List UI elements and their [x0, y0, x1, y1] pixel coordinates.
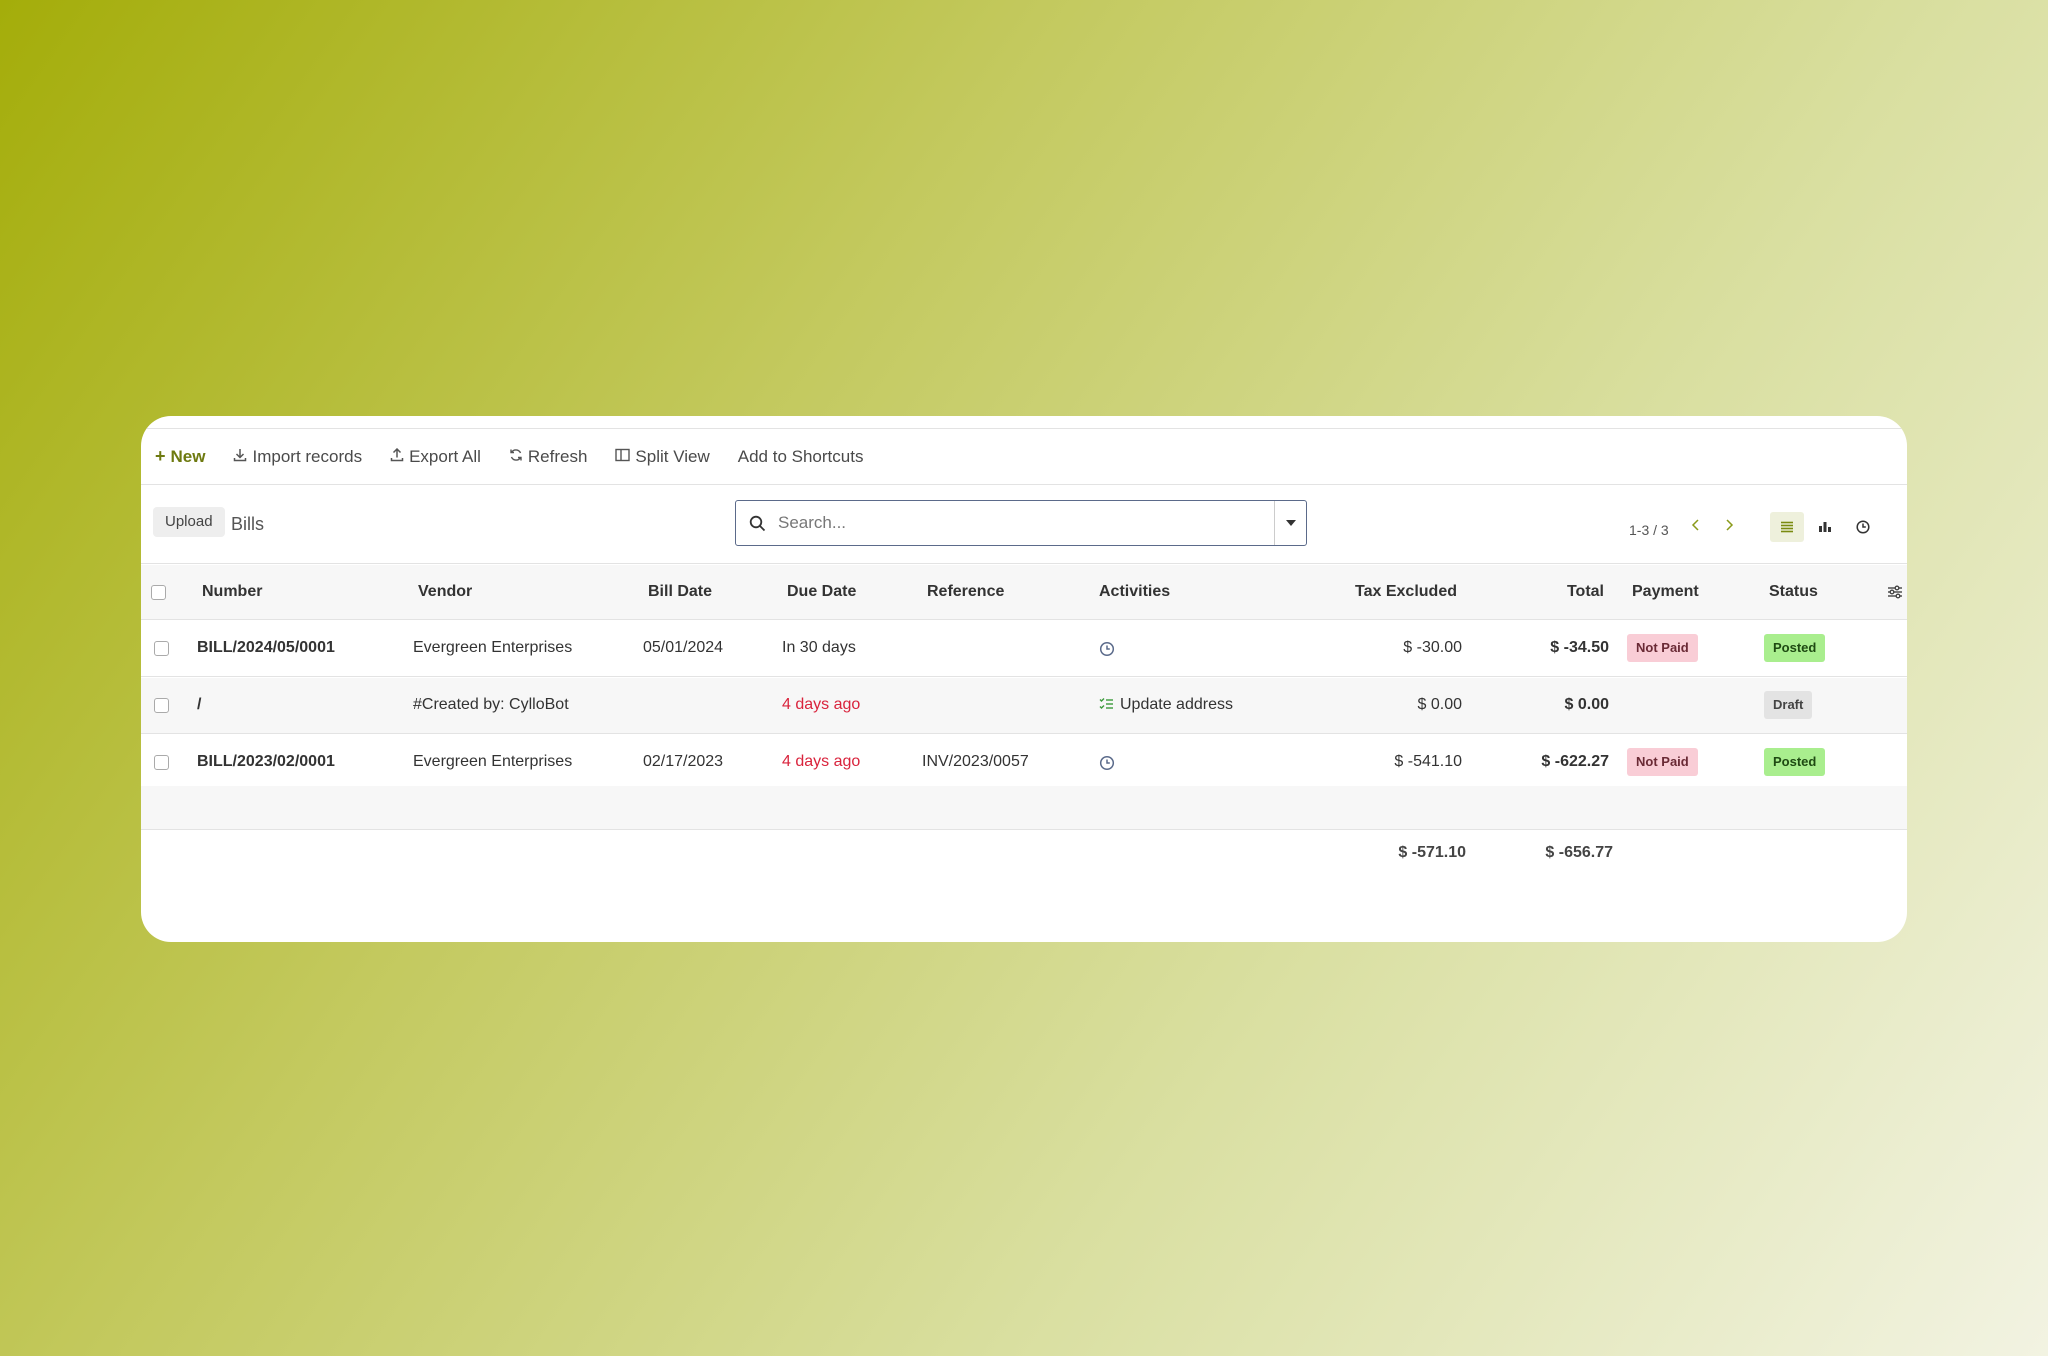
export-all-button[interactable]: Export All [390, 447, 481, 467]
new-label: New [170, 446, 206, 466]
pager-previous-button[interactable] [1691, 516, 1701, 537]
bill-number: / [197, 696, 202, 713]
column-reference[interactable]: Reference [927, 583, 1004, 601]
import-label: Import records [252, 446, 363, 466]
tax-excluded-amount: $ 0.00 [1417, 696, 1462, 713]
activity-clock-button[interactable] [1099, 755, 1115, 776]
vendor-name: Evergreen Enterprises [413, 639, 573, 656]
tax-excluded-amount: $ -30.00 [1403, 639, 1462, 656]
split-view-icon [615, 448, 631, 466]
search-options-toggle[interactable] [1274, 501, 1306, 545]
refresh-button[interactable]: Refresh [509, 446, 588, 467]
payment-status-badge: Not Paid [1627, 748, 1698, 776]
list-view-button[interactable] [1770, 512, 1804, 542]
list-icon [1781, 521, 1793, 533]
activity-item[interactable]: Update address [1099, 696, 1233, 714]
pager-next-button[interactable] [1724, 516, 1734, 537]
upload-icon [390, 447, 404, 466]
table-row[interactable]: BILL/2023/02/0001 Evergreen Enterprises … [141, 735, 1907, 791]
split-view-button[interactable]: Split View [615, 446, 710, 467]
empty-row [141, 786, 1907, 830]
search-bar [735, 500, 1307, 546]
reference: INV/2023/0057 [922, 753, 1029, 770]
chevron-left-icon [1691, 519, 1699, 531]
search-icon [736, 515, 778, 532]
table-header: Number Vendor Bill Date Due Date Referen… [141, 565, 1907, 620]
activity-clock-button[interactable] [1099, 641, 1115, 662]
row-checkbox[interactable] [154, 641, 169, 656]
column-vendor[interactable]: Vendor [418, 583, 472, 601]
column-status[interactable]: Status [1769, 583, 1818, 601]
search-input[interactable] [778, 513, 1274, 533]
total-amount: $ -622.27 [1541, 753, 1609, 770]
total-amount: $ 0.00 [1564, 696, 1609, 713]
vendor-name: #Created by: CylloBot [413, 696, 569, 713]
add-to-shortcuts-button[interactable]: Add to Shortcuts [738, 447, 864, 467]
clock-icon [1099, 641, 1115, 657]
row-checkbox[interactable] [154, 755, 169, 770]
due-date: 4 days ago [782, 753, 861, 770]
sliders-icon [1888, 585, 1902, 599]
plus-icon: + [155, 446, 166, 466]
column-settings-button[interactable] [1887, 585, 1903, 604]
bar-chart-icon [1819, 522, 1831, 532]
total-amount: $ -34.50 [1550, 639, 1609, 656]
add-to-shortcuts-label: Add to Shortcuts [737, 446, 864, 466]
status-badge: Draft [1764, 691, 1813, 719]
table-row[interactable]: / #Created by: CylloBot 4 days ago Updat… [141, 678, 1907, 734]
graph-view-button[interactable] [1808, 512, 1842, 542]
table-row[interactable]: BILL/2024/05/0001 Evergreen Enterprises … [141, 621, 1907, 677]
total-sum: $ -656.77 [1545, 844, 1613, 861]
upload-button[interactable]: Upload [153, 507, 225, 537]
totals-row: $ -571.10 $ -656.77 [141, 831, 1907, 881]
bill-date: 02/17/2023 [643, 753, 724, 770]
column-payment[interactable]: Payment [1632, 583, 1699, 601]
refresh-icon [509, 448, 523, 466]
due-date: In 30 days [782, 639, 856, 656]
bill-date: 05/01/2024 [643, 639, 724, 656]
bill-number: BILL/2023/02/0001 [197, 753, 335, 770]
tax-excluded-sum: $ -571.10 [1398, 844, 1466, 861]
control-panel: Upload Bills 1-3 / 3 [141, 486, 1907, 564]
activity-label: Update address [1120, 696, 1233, 713]
app-frame: + New Import records Export All Refresh [0, 0, 2048, 1356]
status-badge: Posted [1764, 748, 1826, 776]
page-title: Bills [231, 514, 265, 534]
row-checkbox[interactable] [154, 698, 169, 713]
download-icon [233, 448, 247, 466]
due-date: 4 days ago [782, 696, 861, 713]
new-button[interactable]: + New [155, 446, 205, 467]
column-number[interactable]: Number [202, 583, 262, 601]
refresh-label: Refresh [527, 446, 588, 466]
bill-number: BILL/2024/05/0001 [197, 639, 335, 656]
bills-list-card: + New Import records Export All Refresh [141, 416, 1907, 942]
select-all-checkbox[interactable] [151, 585, 166, 600]
clock-icon [1099, 755, 1115, 771]
status-badge: Posted [1764, 634, 1826, 662]
chevron-right-icon [1726, 519, 1734, 531]
todo-list-icon [1099, 698, 1113, 709]
split-view-label: Split View [635, 446, 710, 466]
payment-status-badge: Not Paid [1627, 634, 1698, 662]
column-due-date[interactable]: Due Date [787, 583, 856, 601]
clock-icon [1856, 520, 1870, 534]
export-label: Export All [409, 446, 481, 466]
column-bill-date[interactable]: Bill Date [648, 583, 712, 601]
import-records-button[interactable]: Import records [233, 447, 362, 467]
action-toolbar: + New Import records Export All Refresh [141, 429, 1907, 485]
vendor-name: Evergreen Enterprises [413, 753, 573, 770]
column-activities[interactable]: Activities [1099, 583, 1170, 601]
activity-view-button[interactable] [1846, 512, 1880, 542]
caret-down-icon [1285, 520, 1296, 526]
tax-excluded-amount: $ -541.10 [1394, 753, 1462, 770]
pager-value[interactable]: 1-3 / 3 [1629, 522, 1669, 538]
column-total[interactable]: Total [1567, 583, 1604, 601]
column-tax-excluded[interactable]: Tax Excluded [1355, 583, 1457, 601]
